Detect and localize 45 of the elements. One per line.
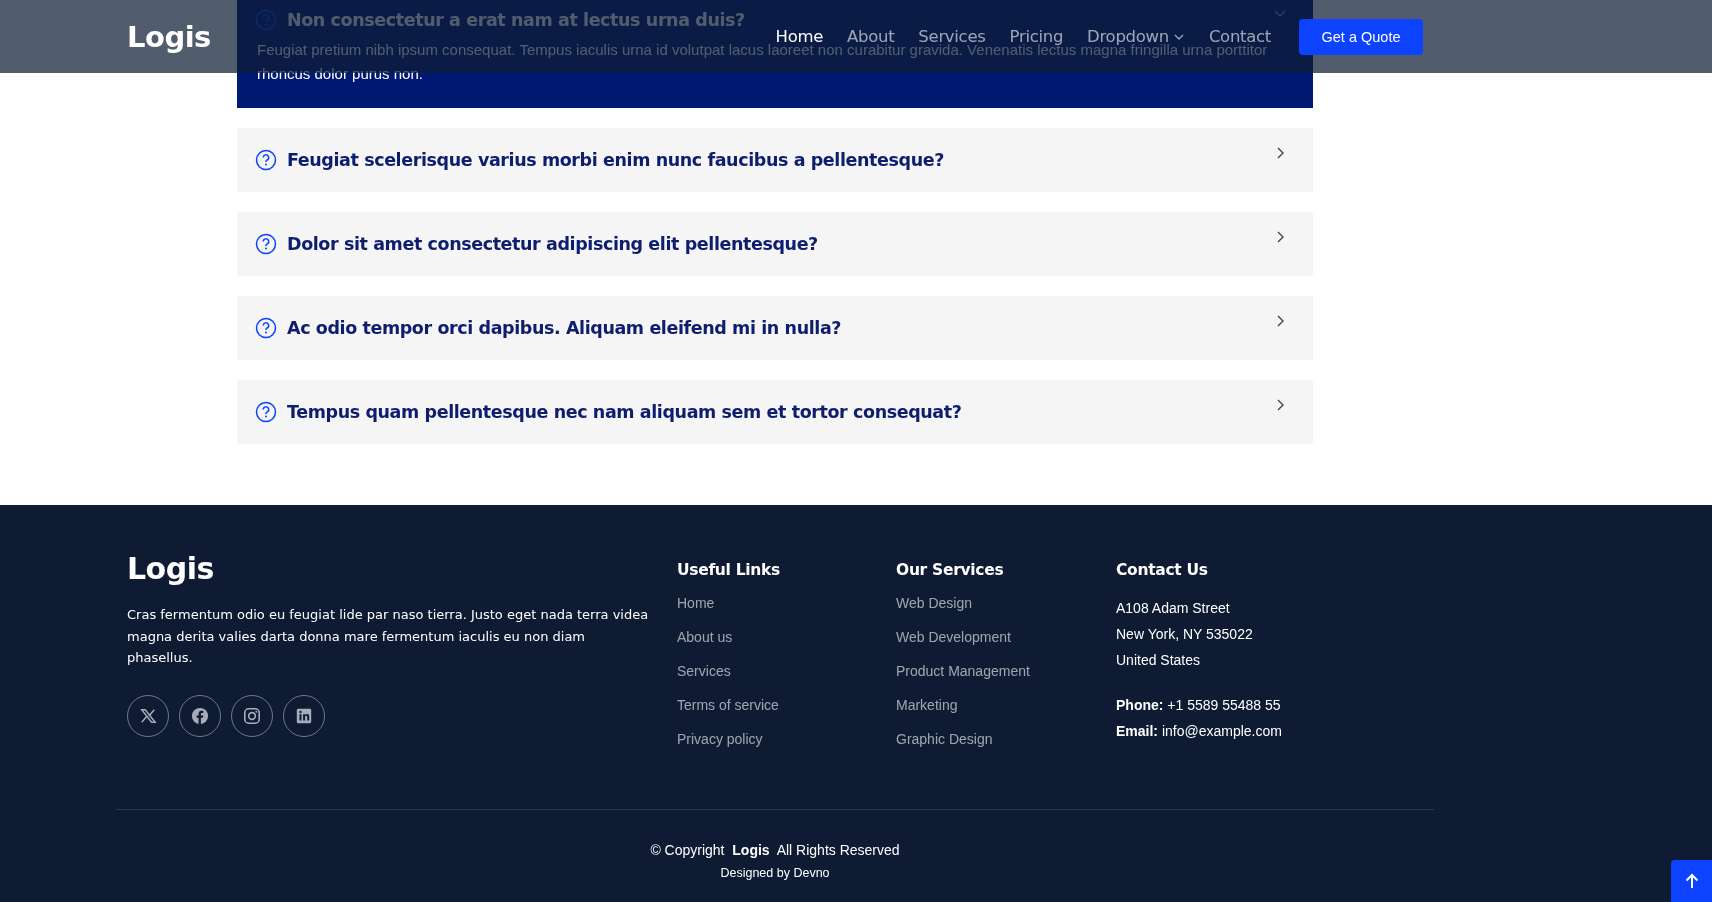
footer-link[interactable]: Graphic Design <box>896 729 1116 749</box>
footer-heading: Our Services <box>896 561 1005 579</box>
faq-item[interactable]: Tempus quam pellentesque nec nam aliquam sem et tortor consequat? <box>237 380 1313 444</box>
faq-question: Ac odio tempor orci dapibus. Aliquam eleifend mi in nulla? <box>287 318 843 338</box>
back-to-top-button[interactable] <box>1671 860 1712 902</box>
facebook-icon <box>191 706 209 725</box>
address-line: United States <box>1116 651 1202 670</box>
question-icon <box>255 317 277 339</box>
footer-link[interactable]: Product Management <box>896 661 1116 681</box>
email-text: Email: info@example.com <box>1116 722 1283 741</box>
logo[interactable]: Logis <box>127 19 211 54</box>
copyright-text: © Copyright Logis All Rights Reserved <box>649 842 901 858</box>
faq-item[interactable]: Feugiat scelerisque varius morbi enim nunc faucibus a pellentesque? <box>237 128 1313 192</box>
footer-link[interactable]: About us <box>677 627 896 647</box>
footer-heading: Contact Us <box>1116 561 1209 579</box>
faq-question: Feugiat scelerisque varius morbi enim nunc faucibus a pellentesque? <box>287 150 945 170</box>
x-icon <box>139 706 157 725</box>
footer-link[interactable]: Web Development <box>896 627 1116 647</box>
footer-link[interactable]: Privacy policy <box>677 729 896 749</box>
credits-text: Designed by Devno <box>719 866 831 880</box>
footer-link[interactable]: Terms of service <box>677 695 896 715</box>
quote-button[interactable]: Get a Quote <box>1299 18 1423 55</box>
address-line: A108 Adam Street <box>1116 599 1231 618</box>
faq-item[interactable]: Dolor sit amet consectetur adipiscing elit pellentesque? <box>237 212 1313 276</box>
address-line: New York, NY 535022 <box>1116 625 1254 644</box>
footer-link[interactable]: Web Design <box>896 593 1116 613</box>
faq-question: Dolor sit amet consectetur adipiscing elit pellentesque? <box>287 234 819 254</box>
nav-link[interactable]: Contact <box>1196 27 1283 46</box>
nav-link[interactable]: Home <box>763 27 836 46</box>
nav-link[interactable]: Pricing <box>997 27 1076 46</box>
linkedin-icon <box>295 706 313 725</box>
question-icon <box>255 233 277 255</box>
footer-description: Cras fermentum odio eu feugiat lide par naso tierra. Justo eget nada terra videa magna derita valies darta donna mare fermentum iaculis eu non diam phasellus. <box>127 606 650 667</box>
faq-question: Non consectetur a erat nam at lectus urna duis? <box>287 10 746 30</box>
question-icon <box>255 401 277 423</box>
instagram-icon <box>243 706 261 725</box>
footer-link[interactable]: Marketing <box>896 695 1116 715</box>
question-icon <box>255 149 277 171</box>
footer-heading: Useful Links <box>677 561 781 579</box>
footer-link[interactable]: Services <box>677 661 896 681</box>
footer-logo[interactable]: Logis <box>127 551 677 586</box>
faq-item[interactable]: Ac odio tempor orci dapibus. Aliquam eleifend mi in nulla? <box>237 296 1313 360</box>
faq-question: Tempus quam pellentesque nec nam aliquam sem et tortor consequat? <box>287 402 963 422</box>
phone-text: Phone: +1 5589 55488 55 <box>1116 696 1282 715</box>
footer-link[interactable]: Home <box>677 593 896 613</box>
